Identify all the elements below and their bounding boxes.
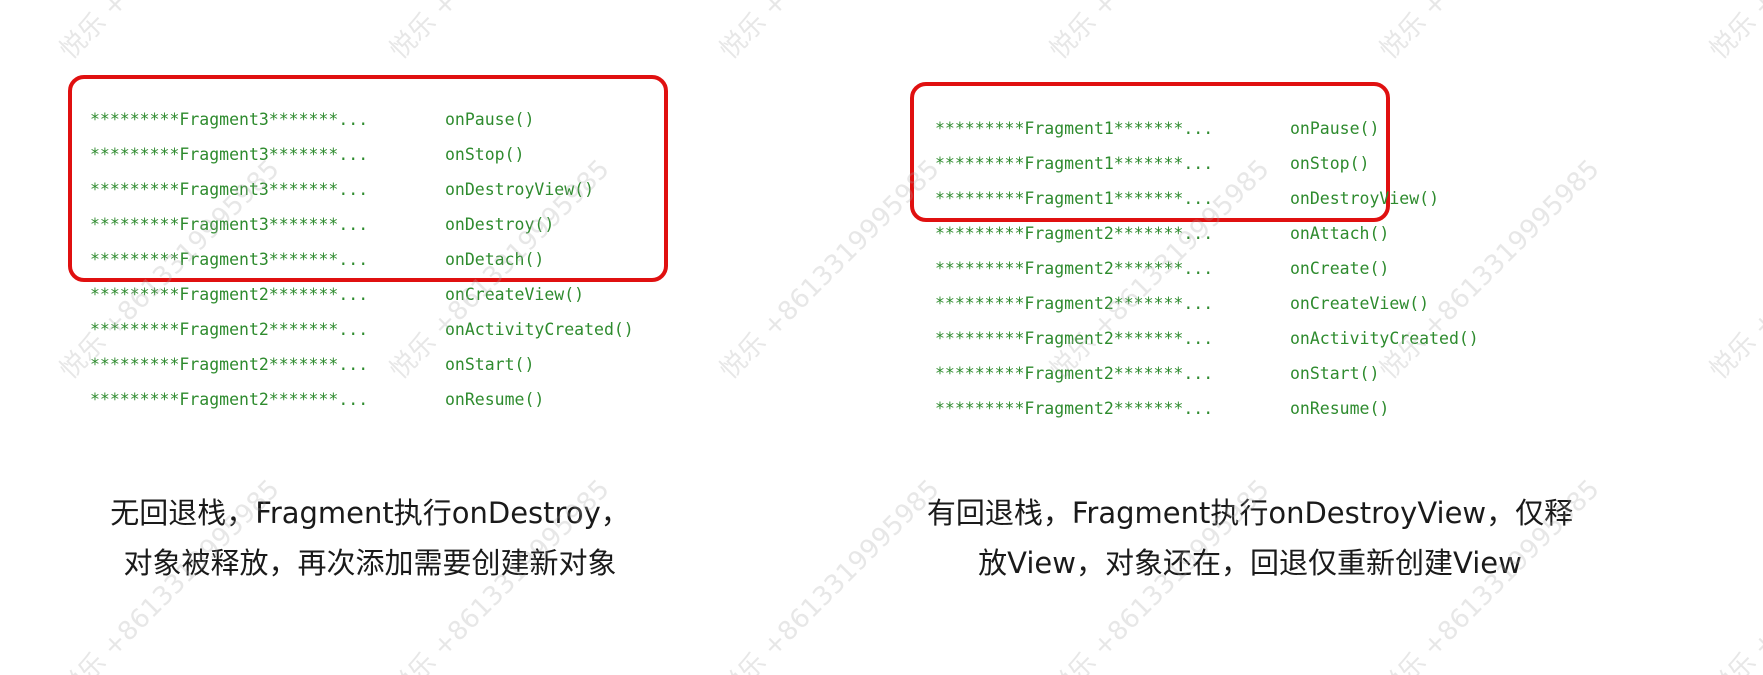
log-prefix: *********Fragment3*******... (90, 110, 369, 129)
log-method: onCreate() (1290, 259, 1390, 278)
caption: 无回退栈，Fragment执行onDestroy， 对象被释放，再次添加需要创建… (60, 488, 680, 588)
log-method: onCreateView() (1290, 294, 1430, 313)
log-listing: *********Fragment1*******... onPause() **… (935, 111, 1479, 426)
log-prefix: *********Fragment2*******... (935, 294, 1214, 313)
log-line: *********Fragment2*******... onResume() (935, 391, 1479, 426)
log-method: onActivityCreated() (1290, 329, 1479, 348)
log-line: *********Fragment3*******... onDestroyVie… (90, 172, 634, 207)
log-prefix: *********Fragment1*******... (935, 119, 1214, 138)
log-method: onResume() (1290, 399, 1390, 418)
log-prefix: *********Fragment2*******... (935, 224, 1214, 243)
log-method: onActivityCreated() (445, 320, 634, 339)
right-panel: *********Fragment1*******... onPause() **… (880, 0, 1763, 675)
caption: 有回退栈，Fragment执行onDestroyView，仅释 放View，对象… (900, 488, 1600, 588)
caption-line: 无回退栈，Fragment执行onDestroy， (110, 496, 630, 530)
caption-line: 有回退栈，Fragment执行onDestroyView，仅释 (926, 496, 1574, 530)
log-line: *********Fragment1*******... onStop() (935, 146, 1479, 181)
log-line: *********Fragment3*******... onDestroy() (90, 207, 634, 242)
caption-line: 对象被释放，再次添加需要创建新对象 (123, 546, 617, 580)
log-method: onStop() (1290, 154, 1370, 173)
log-prefix: *********Fragment3*******... (90, 180, 369, 199)
log-prefix: *********Fragment2*******... (90, 285, 369, 304)
log-prefix: *********Fragment2*******... (935, 329, 1214, 348)
log-line: *********Fragment2*******... onStart() (90, 347, 634, 382)
log-line: *********Fragment3*******... onPause() (90, 102, 634, 137)
log-line: *********Fragment2*******... onCreateView… (935, 286, 1479, 321)
log-prefix: *********Fragment2*******... (935, 364, 1214, 383)
log-prefix: *********Fragment1*******... (935, 189, 1214, 208)
log-method: onAttach() (1290, 224, 1390, 243)
log-method: onResume() (445, 390, 545, 409)
log-line: *********Fragment1*******... onPause() (935, 111, 1479, 146)
log-method: onPause() (1290, 119, 1380, 138)
log-line: *********Fragment2*******... onActivityCr… (90, 312, 634, 347)
log-method: onPause() (445, 110, 535, 129)
log-method: onCreateView() (445, 285, 585, 304)
left-panel: *********Fragment3*******... onPause() **… (0, 0, 880, 675)
log-prefix: *********Fragment2*******... (935, 259, 1214, 278)
log-prefix: *********Fragment2*******... (90, 355, 369, 374)
log-prefix: *********Fragment3*******... (90, 145, 369, 164)
log-line: *********Fragment3*******... onStop() (90, 137, 634, 172)
log-line: *********Fragment2*******... onAttach() (935, 216, 1479, 251)
log-prefix: *********Fragment2*******... (935, 399, 1214, 418)
log-method: onDetach() (445, 250, 545, 269)
log-listing: *********Fragment3*******... onPause() **… (90, 102, 634, 417)
log-prefix: *********Fragment3*******... (90, 215, 369, 234)
log-method: onDestroyView() (445, 180, 595, 199)
log-line: *********Fragment2*******... onCreate() (935, 251, 1479, 286)
log-line: *********Fragment2*******... onCreateView… (90, 277, 634, 312)
log-line: *********Fragment1*******... onDestroyVie… (935, 181, 1479, 216)
log-line: *********Fragment2*******... onStart() (935, 356, 1479, 391)
log-method: onDestroyView() (1290, 189, 1440, 208)
log-method: onStart() (445, 355, 535, 374)
log-method: onStop() (445, 145, 525, 164)
log-line: *********Fragment2*******... onActivityCr… (935, 321, 1479, 356)
log-line: *********Fragment3*******... onDetach() (90, 242, 634, 277)
log-prefix: *********Fragment1*******... (935, 154, 1214, 173)
log-prefix: *********Fragment3*******... (90, 250, 369, 269)
caption-line: 放View，对象还在，回退仅重新创建View (978, 546, 1522, 580)
log-method: onDestroy() (445, 215, 555, 234)
log-prefix: *********Fragment2*******... (90, 320, 369, 339)
log-method: onStart() (1290, 364, 1380, 383)
log-prefix: *********Fragment2*******... (90, 390, 369, 409)
log-line: *********Fragment2*******... onResume() (90, 382, 634, 417)
